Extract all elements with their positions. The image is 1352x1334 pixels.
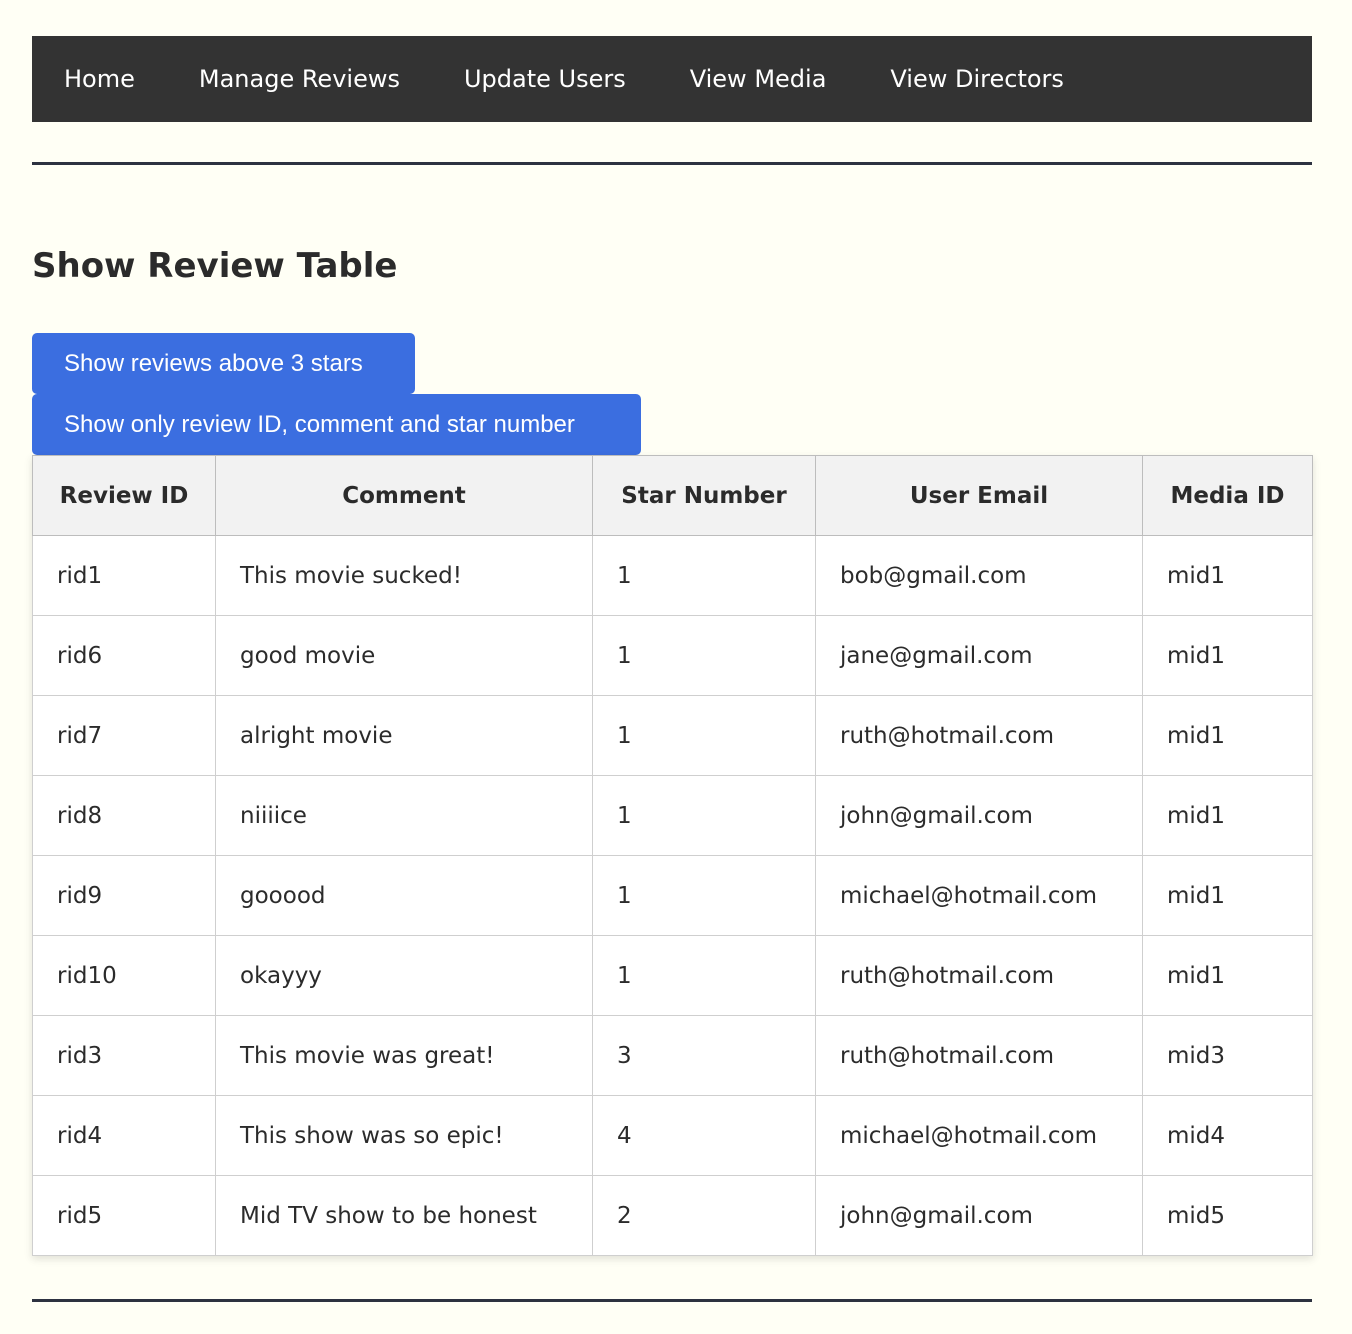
top-nav: Home Manage Reviews Update Users View Me… [32, 36, 1312, 122]
table-row: rid7 alright movie 1 ruth@hotmail.com mi… [32, 695, 1313, 776]
cell-media-id: mid1 [1142, 615, 1313, 696]
nav-link-home[interactable]: Home [64, 65, 135, 93]
cell-comment: This movie was great! [215, 1015, 593, 1096]
cell-media-id: mid1 [1142, 695, 1313, 776]
cell-review-id: rid1 [32, 535, 216, 616]
nav-link-view-directors[interactable]: View Directors [890, 65, 1064, 93]
cell-user-email: michael@hotmail.com [815, 855, 1143, 936]
cell-user-email: john@gmail.com [815, 1175, 1143, 1256]
cell-comment: This movie sucked! [215, 535, 593, 616]
cell-comment: good movie [215, 615, 593, 696]
table-row: rid3 This movie was great! 3 ruth@hotmai… [32, 1015, 1313, 1096]
review-table: Review ID Comment Star Number User Email… [32, 455, 1313, 1256]
cell-review-id: rid7 [32, 695, 216, 776]
table-row: rid8 niiiice 1 john@gmail.com mid1 [32, 775, 1313, 856]
header-comment: Comment [215, 455, 593, 536]
cell-user-email: ruth@hotmail.com [815, 935, 1143, 1016]
table-row: rid10 okayyy 1 ruth@hotmail.com mid1 [32, 935, 1313, 1016]
header-review-id: Review ID [32, 455, 216, 536]
bottom-divider [32, 1299, 1312, 1302]
cell-star-number: 2 [592, 1175, 816, 1256]
cell-review-id: rid6 [32, 615, 216, 696]
cell-comment: niiiice [215, 775, 593, 856]
cell-star-number: 1 [592, 695, 816, 776]
cell-media-id: mid1 [1142, 855, 1313, 936]
cell-review-id: rid8 [32, 775, 216, 856]
cell-star-number: 1 [592, 935, 816, 1016]
cell-user-email: ruth@hotmail.com [815, 695, 1143, 776]
page-title: Show Review Table [32, 246, 398, 286]
cell-star-number: 4 [592, 1095, 816, 1176]
top-divider [32, 162, 1312, 165]
table-row: rid4 This show was so epic! 4 michael@ho… [32, 1095, 1313, 1176]
cell-media-id: mid3 [1142, 1015, 1313, 1096]
table-row: rid5 Mid TV show to be honest 2 john@gma… [32, 1175, 1313, 1256]
cell-media-id: mid4 [1142, 1095, 1313, 1176]
header-user-email: User Email [815, 455, 1143, 536]
cell-media-id: mid1 [1142, 935, 1313, 1016]
cell-star-number: 3 [592, 1015, 816, 1096]
cell-review-id: rid5 [32, 1175, 216, 1256]
nav-link-update-users[interactable]: Update Users [464, 65, 626, 93]
cell-user-email: michael@hotmail.com [815, 1095, 1143, 1176]
cell-user-email: jane@gmail.com [815, 615, 1143, 696]
cell-user-email: ruth@hotmail.com [815, 1015, 1143, 1096]
table-row: rid9 gooood 1 michael@hotmail.com mid1 [32, 855, 1313, 936]
cell-review-id: rid9 [32, 855, 216, 936]
table-row: rid6 good movie 1 jane@gmail.com mid1 [32, 615, 1313, 696]
header-media-id: Media ID [1142, 455, 1313, 536]
nav-link-view-media[interactable]: View Media [690, 65, 827, 93]
cell-star-number: 1 [592, 615, 816, 696]
cell-media-id: mid1 [1142, 775, 1313, 856]
cell-comment: Mid TV show to be honest [215, 1175, 593, 1256]
show-only-id-comment-stars-button[interactable]: Show only review ID, comment and star nu… [32, 394, 641, 455]
table-row: rid1 This movie sucked! 1 bob@gmail.com … [32, 535, 1313, 616]
cell-review-id: rid4 [32, 1095, 216, 1176]
cell-star-number: 1 [592, 855, 816, 936]
cell-comment: alright movie [215, 695, 593, 776]
table-header-row: Review ID Comment Star Number User Email… [32, 455, 1313, 536]
cell-review-id: rid3 [32, 1015, 216, 1096]
cell-user-email: bob@gmail.com [815, 535, 1143, 616]
cell-user-email: john@gmail.com [815, 775, 1143, 856]
cell-comment: This show was so epic! [215, 1095, 593, 1176]
cell-media-id: mid5 [1142, 1175, 1313, 1256]
cell-star-number: 1 [592, 535, 816, 616]
cell-media-id: mid1 [1142, 535, 1313, 616]
show-above-three-stars-button[interactable]: Show reviews above 3 stars [32, 333, 415, 394]
cell-review-id: rid10 [32, 935, 216, 1016]
nav-link-manage-reviews[interactable]: Manage Reviews [199, 65, 400, 93]
cell-comment: okayyy [215, 935, 593, 1016]
cell-star-number: 1 [592, 775, 816, 856]
cell-comment: gooood [215, 855, 593, 936]
header-star-number: Star Number [592, 455, 816, 536]
